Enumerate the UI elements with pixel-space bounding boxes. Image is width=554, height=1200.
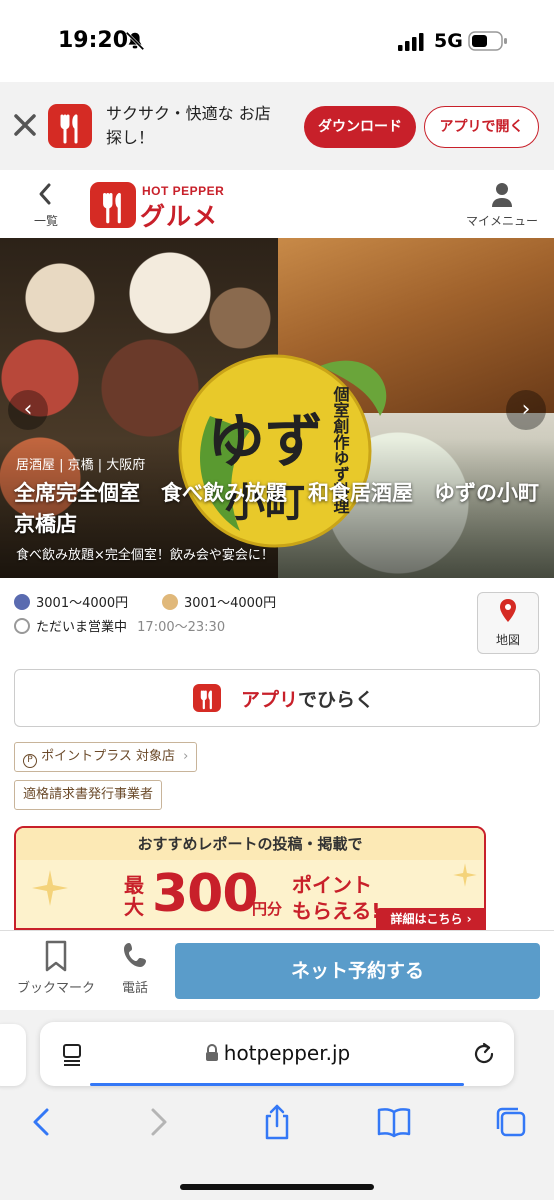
map-pin-icon	[500, 599, 516, 622]
report-amount: 300	[152, 864, 259, 924]
tabs-icon[interactable]	[491, 1102, 531, 1142]
report-detail-link[interactable]: 詳細はこちら ›	[376, 908, 484, 928]
dinner-budget: 3001～4000円	[14, 592, 128, 611]
svg-text:ゆず: ゆず	[207, 407, 323, 475]
point-plus-tag[interactable]: P ポイントプラス 対象店 ›	[14, 742, 198, 772]
bookmark-button[interactable]: ブックマーク	[14, 939, 98, 996]
lunch-budget: 3001～4000円	[162, 592, 276, 611]
share-icon[interactable]	[257, 1102, 297, 1142]
status-bar: 19:20 5G	[0, 0, 554, 82]
open-app-label: アプリでひらく	[241, 689, 375, 711]
site-header: 一覧 HOT PEPPER グルメ マイメニュー	[0, 170, 554, 238]
url-text[interactable]: hotpepper.jp	[40, 1041, 514, 1065]
category-breadcrumb[interactable]: 居酒屋 | 京橋 | 大阪府	[16, 454, 145, 473]
battery-icon	[468, 31, 507, 51]
back-to-list-button[interactable]: 一覧	[28, 180, 64, 232]
phone-button[interactable]: 電話	[112, 939, 158, 996]
network-type: 5G	[434, 30, 463, 52]
carousel-prev-button[interactable]: ‹	[8, 390, 48, 430]
sun-icon	[162, 594, 178, 610]
download-button[interactable]: ダウンロード	[304, 106, 416, 148]
restaurant-catchphrase: 食べ飲み放題×完全個室！飲み会や宴会に！	[16, 548, 274, 563]
previous-tab-peek[interactable]	[0, 1024, 26, 1086]
chevron-right-icon: ›	[183, 749, 189, 764]
moon-icon	[14, 594, 30, 610]
logo-service-text: グルメ	[140, 202, 219, 231]
hours-text: 17:00～23:30	[137, 620, 226, 635]
lock-icon	[205, 1044, 218, 1061]
back-icon[interactable]	[22, 1102, 62, 1142]
safari-toolbar: hotpepper.jp	[0, 1010, 554, 1200]
clock-icon	[14, 618, 30, 634]
bookmarks-icon[interactable]	[374, 1102, 414, 1142]
bell-muted-icon	[125, 31, 145, 51]
open-in-app-button[interactable]: アプリで開く	[424, 106, 539, 148]
business-hours: ただいま営業中 17:00～23:30	[14, 616, 225, 635]
hotpepper-logo-icon[interactable]	[90, 182, 136, 228]
my-menu-label: マイメニュー	[465, 214, 538, 228]
bookmark-icon	[45, 940, 67, 972]
chevron-left-icon	[39, 183, 51, 205]
app-banner: サクサク・快適な お店探し！ ダウンロード アプリで開く	[0, 82, 554, 170]
close-icon[interactable]	[10, 110, 40, 140]
sparkle-icon	[453, 863, 477, 887]
app-logo-icon	[193, 684, 221, 712]
status-time: 19:20	[58, 28, 129, 53]
app-logo-icon	[48, 104, 92, 148]
report-max: 最大	[124, 873, 144, 919]
restaurant-name: 全席完全個室 食べ飲み放題 和食居酒屋 ゆずの小町 京橋店	[14, 481, 554, 536]
forward-icon[interactable]	[138, 1102, 178, 1142]
home-indicator	[180, 1184, 374, 1190]
page-load-progress	[90, 1083, 464, 1086]
my-menu-button[interactable]: マイメニュー	[462, 180, 542, 232]
app-banner-text: サクサク・快適な お店探し！	[106, 104, 271, 147]
map-label: 地図	[495, 633, 520, 647]
carousel-next-button[interactable]: ›	[506, 390, 546, 430]
report-unit: 円分	[252, 900, 283, 918]
hero-carousel[interactable]: ゆず 小町 個室創作ゆず料理 ‹ › 居酒屋 | 京橋 | 大阪府 全席完全個室…	[0, 238, 554, 578]
net-reserve-button[interactable]: ネット予約する	[175, 943, 540, 999]
back-label: 一覧	[33, 214, 58, 228]
address-bar[interactable]: hotpepper.jp	[40, 1022, 514, 1086]
shop-info: 3001～4000円 3001～4000円 ただいま営業中 17:00～23:3…	[0, 578, 554, 668]
map-button[interactable]: 地図	[477, 592, 539, 654]
reload-icon[interactable]	[470, 1040, 498, 1068]
phone-icon	[124, 943, 146, 967]
action-bar: ブックマーク 電話 ネット予約する	[0, 930, 554, 1010]
report-campaign-banner[interactable]: おすすめレポートの投稿・掲載で 最大 300 円分 ポイント もらえる! 詳細はこ…	[14, 826, 486, 930]
report-headline: おすすめレポートの投稿・掲載で	[16, 828, 484, 860]
point-plus-icon: P	[23, 754, 37, 768]
report-point: ポイント もらえる!	[292, 873, 381, 923]
open-app-button[interactable]: アプリでひらく	[14, 669, 540, 727]
user-icon	[492, 183, 512, 207]
sparkle-icon	[32, 870, 68, 906]
signal-icon	[398, 33, 424, 51]
invoice-tag: 適格請求書発行事業者	[14, 780, 163, 810]
logo-brand-text: HOT PEPPER	[142, 184, 225, 198]
